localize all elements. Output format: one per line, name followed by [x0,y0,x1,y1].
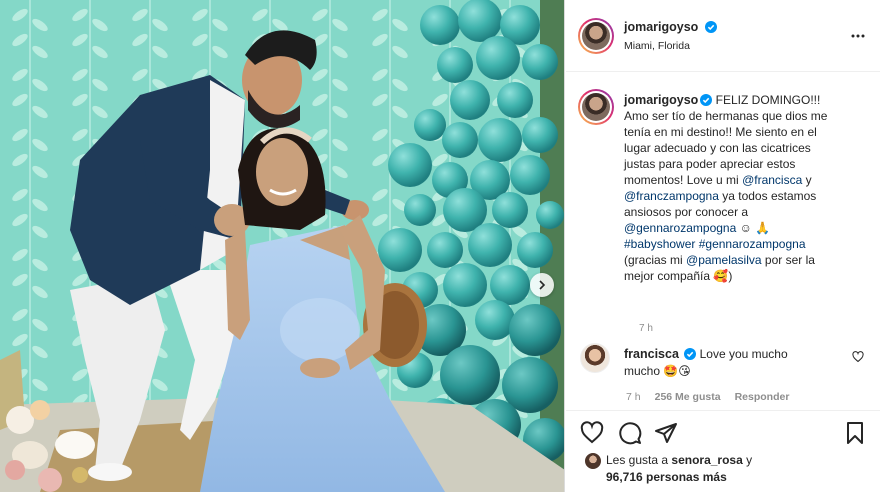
caption-line: y [802,173,812,187]
verified-badge-icon [700,94,713,106]
author-info: jomarigoyso Miami, Florida [624,18,717,52]
mention-link[interactable]: @gennarozampogna [624,221,736,235]
liker-avatar[interactable] [584,452,602,470]
caption-line: Amo ser tío de hermanas que dios me [624,109,828,123]
chevron-right-icon [539,280,546,290]
comment-likes-count[interactable]: 256 Me gusta [655,391,721,403]
likes-count[interactable]: 96,716 personas más [606,470,727,484]
mention-link[interactable]: @franczampogna [624,189,719,203]
post-actions [566,410,880,450]
liked-by-conj: y [742,453,753,467]
caption-username[interactable]: jomarigoyso [624,93,698,107]
caption-emoji: ☺ 🙏 [736,221,771,235]
caption-line: lugar adecuado y con las cicatrices [624,141,811,155]
next-image-button[interactable] [530,273,554,297]
verified-badge-icon [684,348,697,360]
save-bookmark-icon[interactable] [843,421,867,445]
more-options-icon[interactable] [850,28,866,44]
photo-illustration [0,0,564,492]
hashtag-link[interactable]: #gennarozampogna [699,237,806,251]
caption-line: ya todos estamos [718,189,817,203]
comment-bubble-icon[interactable] [618,421,642,445]
commenter-avatar[interactable] [580,343,610,373]
comment-item: francisca Love you mucho mucho 🤩😘 7 h 25… [578,343,868,403]
liked-by-prefix: Les gusta a [606,453,672,467]
caption-timestamp[interactable]: 7 h [639,323,653,334]
author-avatar[interactable] [578,18,614,54]
caption-text: jomarigoyso FELIZ DOMINGO!!! Amo ser tío… [624,92,872,284]
caption-line: (gracias mi [624,253,687,267]
comment-text: francisca Love you mucho mucho 🤩😘 [624,346,834,380]
post-sidebar: jomarigoyso Miami, Florida jomarigoyso F… [566,0,880,492]
verified-badge-icon [704,21,717,33]
caption-line: mejor compañía 🥰) [624,269,733,283]
comment-body: Love you mucho [699,347,788,361]
post-photo[interactable] [0,0,565,492]
comment-meta: 7 h 256 Me gusta Responder [626,391,789,403]
share-paper-plane-icon[interactable] [654,421,678,445]
reply-button[interactable]: Responder [735,391,790,403]
comment-timestamp[interactable]: 7 h [626,391,641,403]
caption-avatar[interactable] [578,89,614,125]
comment-like-heart-icon[interactable] [852,351,864,363]
comments-section: jomarigoyso FELIZ DOMINGO!!! Amo ser tío… [566,73,880,411]
author-username[interactable]: jomarigoyso [624,20,698,34]
caption-line: momentos! Love u mi [624,173,743,187]
commenter-username[interactable]: francisca [624,347,679,361]
caption-line: justas para poder apreciar estos [624,157,796,171]
post-location[interactable]: Miami, Florida [624,40,717,52]
post-header: jomarigoyso Miami, Florida [566,0,880,72]
mention-link[interactable]: @francisca [742,173,802,187]
comment-body: mucho 🤩😘 [624,364,691,378]
like-heart-icon[interactable] [580,421,604,445]
caption-line: por ser la [761,253,815,267]
mention-link[interactable]: @pamelasilva [686,253,762,267]
caption-greeting: FELIZ DOMINGO!!! [715,93,821,107]
caption-line: tenía en mi destino!! Me siento en el [624,125,817,139]
liked-by-user[interactable]: senora_rosa [671,453,742,467]
hashtag-link[interactable]: #babyshower [624,237,695,251]
caption-line: ansiosos por conocer a [624,205,749,219]
